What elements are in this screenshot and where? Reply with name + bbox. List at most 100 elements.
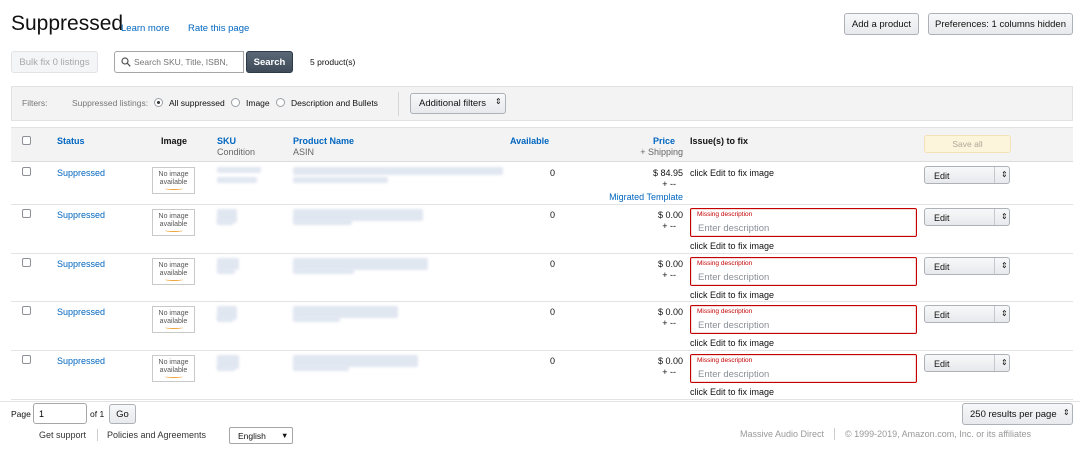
search-box[interactable] xyxy=(114,51,244,73)
search-input[interactable] xyxy=(134,55,240,69)
edit-divider xyxy=(994,306,995,322)
status-link[interactable]: Suppressed xyxy=(57,259,105,269)
header-sku[interactable]: SKU xyxy=(217,136,236,146)
chevron-updown-icon[interactable]: ⇕ xyxy=(1001,170,1008,179)
available-value: 0 xyxy=(550,259,556,269)
description-placeholder: Enter description xyxy=(698,369,770,380)
chevron-updown-icon[interactable]: ⇕ xyxy=(1001,358,1008,367)
row-divider xyxy=(11,350,1073,351)
header-available[interactable]: Available xyxy=(510,136,549,146)
edit-button[interactable]: Edit ⇕ xyxy=(924,166,1010,184)
header-product-name[interactable]: Product Name xyxy=(293,136,354,146)
no-image-placeholder: No image available xyxy=(152,355,195,382)
no-image-placeholder: No image available xyxy=(152,209,195,236)
row-divider xyxy=(11,253,1073,254)
header-image: Image xyxy=(161,136,188,146)
page-input[interactable] xyxy=(33,403,87,424)
sku-redacted-2 xyxy=(217,365,235,371)
row-checkbox[interactable] xyxy=(22,306,31,315)
edit-button[interactable]: Edit ⇕ xyxy=(924,208,1010,226)
row-checkbox[interactable] xyxy=(22,209,31,218)
chevron-updown-icon[interactable]: ⇕ xyxy=(1001,309,1008,318)
available-value: 0 xyxy=(550,168,556,178)
filter-radio-image[interactable] xyxy=(231,98,240,107)
row-checkbox[interactable] xyxy=(22,258,31,267)
status-link[interactable]: Suppressed xyxy=(57,356,105,366)
fix-instruction: click Edit to fix image xyxy=(690,387,775,397)
no-image-line2: available xyxy=(159,178,188,186)
row-checkbox[interactable] xyxy=(22,167,31,176)
filter-radio-description[interactable] xyxy=(276,98,285,107)
description-input[interactable]: Missing description Enter description xyxy=(690,208,917,237)
fix-instruction: click Edit to fix image xyxy=(690,290,775,300)
description-input[interactable]: Missing description Enter description xyxy=(690,354,917,383)
save-all-button[interactable]: Save all xyxy=(924,135,1011,153)
description-placeholder: Enter description xyxy=(698,320,770,331)
footer-divider-2 xyxy=(834,428,835,440)
row-checkbox[interactable] xyxy=(22,355,31,364)
amazon-smile-icon xyxy=(164,278,183,281)
status-link[interactable]: Suppressed xyxy=(57,168,105,178)
pagination-bar xyxy=(0,401,1080,402)
chevron-updown-icon: ⇕ xyxy=(495,97,502,106)
fix-instruction: click Edit to fix image xyxy=(690,241,775,251)
price-value: $ 84.95 xyxy=(652,168,683,178)
learn-more-link[interactable]: Learn more xyxy=(121,23,170,34)
description-input[interactable]: Missing description Enter description xyxy=(690,257,917,286)
shipping-value: + -- xyxy=(662,318,676,328)
asin-redacted xyxy=(293,316,340,322)
go-button[interactable]: Go xyxy=(109,404,136,424)
get-support-link[interactable]: Get support xyxy=(39,430,86,440)
missing-description-label: Missing description xyxy=(697,260,753,267)
language-select[interactable]: English ▼ xyxy=(229,427,293,444)
edit-button[interactable]: Edit ⇕ xyxy=(924,305,1010,323)
rate-page-link[interactable]: Rate this page xyxy=(188,23,249,34)
missing-description-label: Missing description xyxy=(697,211,753,218)
asin-redacted xyxy=(293,365,349,371)
header-issues: Issue(s) to fix xyxy=(690,136,749,146)
migrated-template-link[interactable]: Migrated Template xyxy=(609,192,683,202)
edit-button[interactable]: Edit ⇕ xyxy=(924,354,1010,372)
edit-label: Edit xyxy=(934,213,950,223)
suppressed-listings-label: Suppressed listings: xyxy=(72,98,149,108)
description-input[interactable]: Missing description Enter description xyxy=(690,305,917,334)
edit-label: Edit xyxy=(934,359,950,369)
edit-divider xyxy=(994,258,995,274)
header-price[interactable]: Price xyxy=(653,136,675,146)
filter-label-image[interactable]: Image xyxy=(246,98,270,108)
no-image-placeholder: No image available xyxy=(152,306,195,333)
preferences-button[interactable]: Preferences: 1 columns hidden xyxy=(928,13,1073,35)
page-of-label: of 1 xyxy=(90,409,105,419)
filter-radio-all[interactable] xyxy=(154,98,163,107)
filter-label-description[interactable]: Description and Bullets xyxy=(291,98,378,108)
select-all-checkbox[interactable] xyxy=(22,136,31,145)
status-link[interactable]: Suppressed xyxy=(57,210,105,220)
edit-button[interactable]: Edit ⇕ xyxy=(924,257,1010,275)
asin-redacted xyxy=(293,177,388,183)
add-product-button[interactable]: Add a product xyxy=(844,13,919,35)
chevron-updown-icon[interactable]: ⇕ xyxy=(1001,212,1008,221)
available-value: 0 xyxy=(550,210,556,220)
bulk-fix-button[interactable]: Bulk fix 0 listings xyxy=(11,51,98,73)
filter-label-all[interactable]: All suppressed xyxy=(169,98,225,108)
header-status[interactable]: Status xyxy=(57,136,85,146)
header-shipping: + Shipping xyxy=(640,147,683,157)
edit-label: Edit xyxy=(934,171,950,181)
description-placeholder: Enter description xyxy=(698,223,770,234)
page-title: Suppressed xyxy=(11,12,124,35)
amazon-smile-icon xyxy=(164,187,183,190)
no-image-line1: No image xyxy=(158,171,189,178)
policies-link[interactable]: Policies and Agreements xyxy=(107,430,206,440)
status-link[interactable]: Suppressed xyxy=(57,307,105,317)
no-image-line2: available xyxy=(159,366,188,374)
asin-redacted xyxy=(293,219,352,225)
no-image-placeholder: No image available xyxy=(152,167,195,194)
results-per-page-select[interactable]: 250 results per page ⇕ xyxy=(962,403,1073,425)
search-button[interactable]: Search xyxy=(246,51,293,73)
additional-filters-button[interactable]: Additional filters ⇕ xyxy=(410,93,506,114)
missing-description-label: Missing description xyxy=(697,357,753,364)
price-value: $ 0.00 xyxy=(657,210,683,220)
row-divider xyxy=(11,204,1073,205)
chevron-updown-icon[interactable]: ⇕ xyxy=(1001,261,1008,270)
chevron-down-icon: ▼ xyxy=(281,431,289,440)
